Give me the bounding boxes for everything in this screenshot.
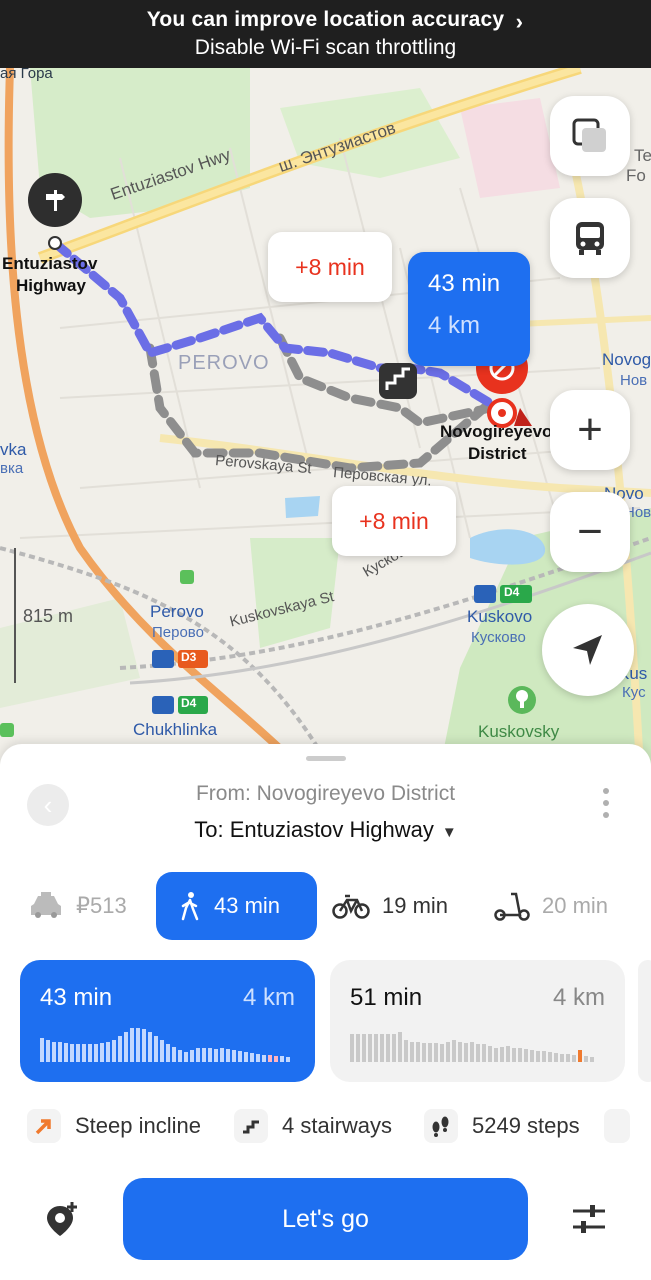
map-label: Кус	[622, 684, 646, 701]
zoom-in-button[interactable]: +	[550, 390, 630, 470]
scooter-icon	[494, 891, 530, 921]
incline-arrow-icon	[27, 1109, 61, 1143]
map-label: вка	[0, 460, 24, 477]
leaf-icon	[604, 1109, 630, 1143]
route-option-3-edge[interactable]	[638, 960, 651, 1082]
destination-label: District	[468, 444, 527, 463]
mode-scooter-label: 20 min	[542, 893, 609, 918]
route-time: 43 min	[40, 984, 113, 1011]
route-option-1[interactable]: 43 min 4 km	[20, 960, 315, 1082]
from-label: From: Novogireyevo District	[195, 782, 456, 805]
feature-steps-label: 5249 steps	[472, 1113, 580, 1138]
chevron-right-icon: ›	[515, 9, 523, 34]
map-label: vka	[0, 440, 27, 459]
route-callout-time: 43 min	[428, 270, 501, 297]
bus-icon	[576, 222, 604, 255]
scale-label: 815 m	[23, 606, 74, 626]
mode-scooter[interactable]: 20 min	[494, 872, 608, 940]
to-selector[interactable]: To: Entuziastov Highway ▼	[0, 817, 651, 843]
map-label: Te	[634, 146, 651, 165]
start-pin-icon[interactable]	[28, 173, 82, 227]
notification-title: You can improve location accuracy	[146, 8, 505, 31]
notification-subtitle: Disable Wi-Fi scan throttling	[194, 36, 457, 59]
feature-more	[604, 1106, 644, 1146]
feature-incline-label: Steep incline	[75, 1113, 201, 1138]
map-label: ая Гора	[0, 68, 53, 82]
mode-bike-label: 19 min	[382, 893, 449, 918]
station-label: Chukhlinka	[133, 720, 218, 739]
sheet-handle[interactable]	[306, 756, 346, 761]
line-badge: D3	[181, 650, 197, 664]
caret-down-icon: ▼	[441, 824, 457, 841]
start-label: Highway	[16, 276, 86, 295]
transport-modes: ₽513 43 min 19 min 20 min	[0, 872, 651, 940]
to-label: To: Entuziastov Highway	[194, 817, 434, 842]
route-distance: 4 km	[242, 984, 295, 1011]
park-label: Kuskovsky	[478, 722, 560, 741]
route-sheet[interactable]: ‹ From: Novogireyevo District To: Entuzi…	[0, 744, 651, 1280]
signpost-icon	[46, 190, 65, 211]
feature-incline: Steep incline	[27, 1106, 201, 1146]
scale-bar	[14, 548, 16, 683]
feature-stairs: 4 stairways	[234, 1106, 392, 1146]
route-distance: 4 km	[552, 984, 605, 1011]
delay-callout[interactable]: +8 min	[268, 232, 392, 302]
bicycle-icon	[332, 892, 370, 920]
elevation-profile	[40, 1028, 290, 1062]
start-label: Entuziastov	[2, 254, 98, 273]
mode-taxi[interactable]: ₽513	[28, 872, 127, 940]
station-label: Кусково	[471, 629, 526, 646]
taxi-icon	[28, 892, 64, 920]
district-label: PEROVO	[178, 352, 270, 374]
route-settings-button[interactable]	[570, 1202, 608, 1241]
map-label: Нов	[620, 372, 648, 389]
mode-walk[interactable]: 43 min	[156, 872, 317, 940]
zoom-out-button[interactable]: −	[550, 492, 630, 572]
route-callout-distance: 4 km	[428, 312, 481, 339]
route-callout[interactable]: 43 min 4 km	[408, 252, 530, 366]
locate-button[interactable]	[542, 604, 634, 696]
notification-banner[interactable]: You can improve location accuracy Disabl…	[0, 0, 651, 68]
route-time: 51 min	[350, 984, 423, 1011]
lets-go-button[interactable]: Let's go	[123, 1178, 528, 1260]
footprints-icon	[424, 1109, 458, 1143]
feature-stairs-label: 4 stairways	[282, 1113, 393, 1138]
station-label: Kuskovo	[467, 607, 533, 626]
transit-button[interactable]	[550, 198, 630, 278]
destination-label: Novogireyevo	[440, 422, 553, 441]
map-label: Novog	[602, 350, 651, 369]
feature-steps: 5249 steps	[424, 1106, 580, 1146]
add-location-icon	[47, 1202, 77, 1236]
line-badge: D4	[504, 585, 520, 599]
layers-icon	[572, 118, 606, 152]
mode-bike[interactable]: 19 min	[332, 872, 448, 940]
mode-walk-label: 43 min	[214, 893, 281, 918]
station-label: Perovo	[150, 602, 204, 621]
more-menu-icon[interactable]	[603, 788, 609, 824]
elevation-profile	[350, 1032, 594, 1062]
layers-button[interactable]	[550, 96, 630, 176]
sliders-icon	[573, 1205, 605, 1233]
navigation-arrow-icon	[573, 635, 602, 665]
add-point-button[interactable]	[42, 1200, 82, 1245]
map-label: Fo	[626, 166, 646, 185]
delay-callout[interactable]: +8 min	[332, 486, 456, 556]
map-view[interactable]: ая Гора Entuziastov Highway Entuziastov …	[0, 68, 651, 768]
route-option-2[interactable]: 51 min 4 km	[330, 960, 625, 1082]
stairs-icon	[234, 1109, 268, 1143]
line-badge: D4	[181, 696, 197, 710]
station-label: Перово	[152, 624, 204, 641]
walking-icon	[178, 891, 202, 921]
mode-taxi-label: ₽513	[76, 893, 127, 918]
